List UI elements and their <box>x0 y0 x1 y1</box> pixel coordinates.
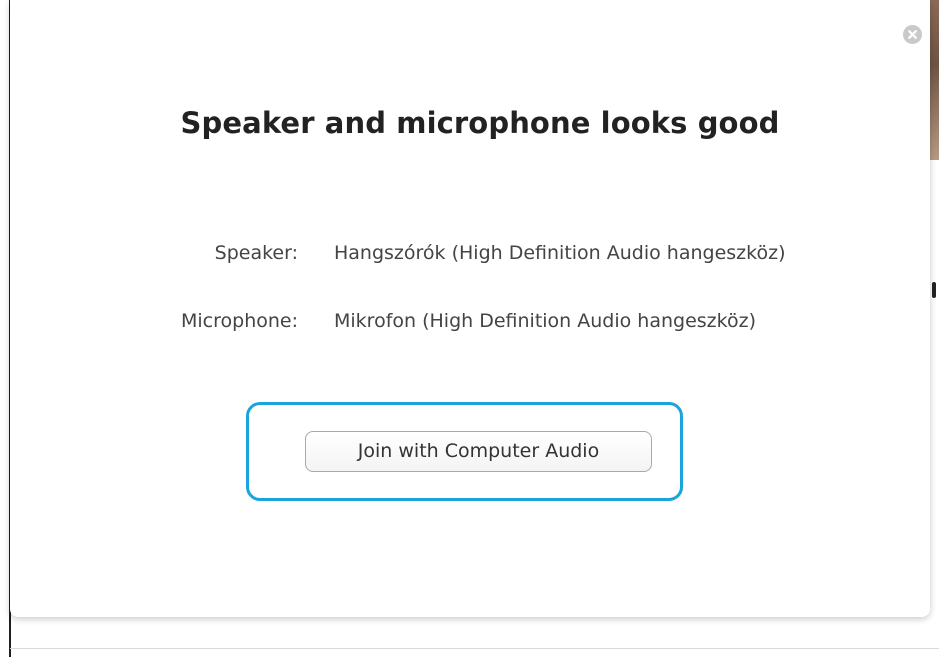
close-icon <box>908 30 917 39</box>
microphone-label: Microphone: <box>181 310 298 332</box>
audio-test-dialog: Speaker and microphone looks good Speake… <box>10 0 930 617</box>
close-button[interactable] <box>903 25 922 44</box>
join-with-computer-audio-button[interactable]: Join with Computer Audio <box>305 431 652 472</box>
speaker-value: Hangszórók (High Definition Audio hanges… <box>334 242 786 264</box>
background-window-divider <box>10 648 939 649</box>
speaker-label: Speaker: <box>214 242 298 264</box>
dialog-title: Speaker and microphone looks good <box>180 106 780 140</box>
microphone-value: Mikrofon (High Definition Audio hangeszk… <box>334 310 756 332</box>
background-cursor-mark <box>932 282 936 298</box>
screen: Speaker and microphone looks good Speake… <box>0 0 939 657</box>
